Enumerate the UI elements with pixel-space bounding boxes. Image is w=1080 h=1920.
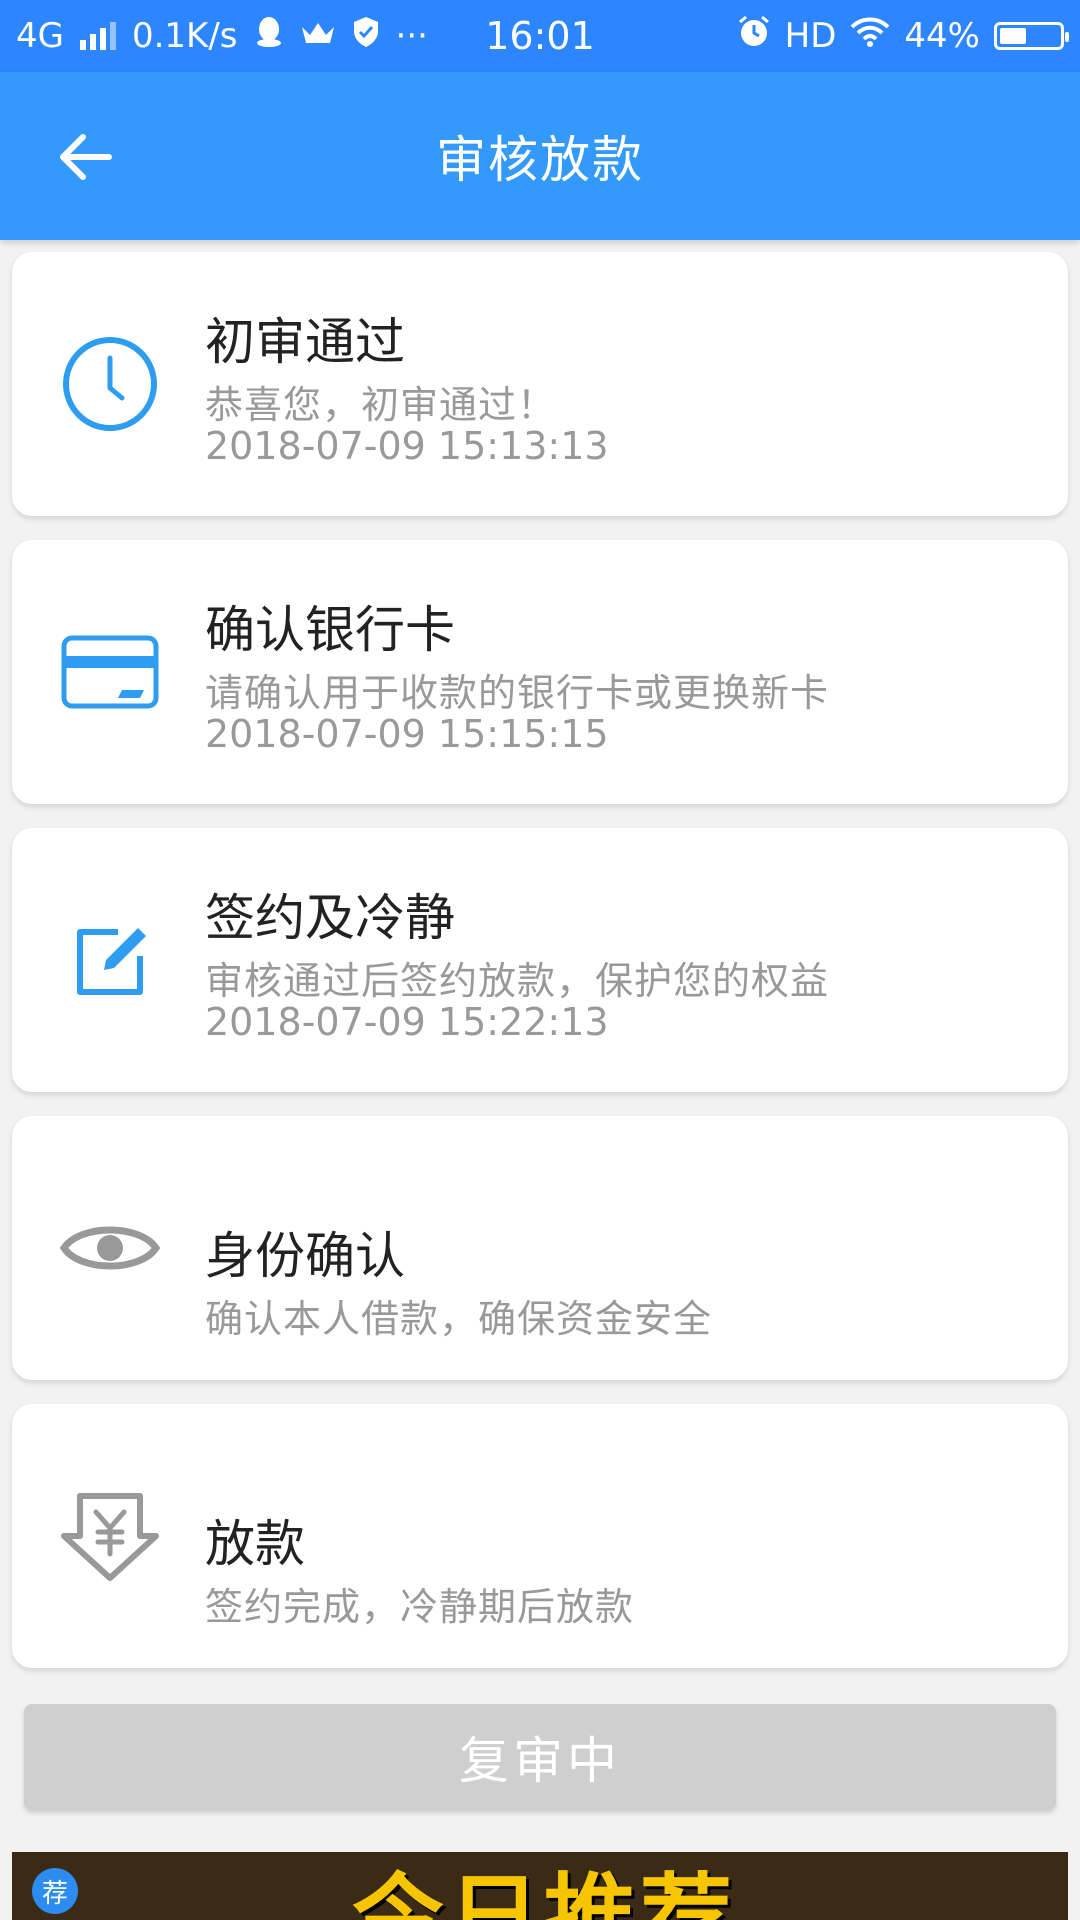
step-timestamp: 2018-07-09 15:13:13 [205, 424, 609, 468]
eye-icon [60, 1198, 160, 1298]
battery-level-fill [1000, 28, 1026, 44]
step-title: 放款 [205, 1515, 305, 1573]
page-title: 审核放款 [436, 131, 644, 189]
banner-headline: 今日推荐 [352, 1864, 737, 1920]
battery-percent: 44% [904, 16, 980, 56]
bank-card-icon [60, 622, 160, 722]
review-status-button[interactable]: 复审中 [24, 1704, 1056, 1810]
step-description: 请确认用于收款的银行卡或更换新卡 [205, 671, 830, 715]
step-description: 确认本人借款，确保资金安全 [205, 1297, 713, 1341]
step-card-confirm-bank-card[interactable]: 确认银行卡 请确认用于收款的银行卡或更换新卡 2018-07-09 15:15:… [12, 540, 1068, 804]
battery-icon [994, 22, 1069, 50]
recommend-badge: 荐 [32, 1868, 78, 1914]
step-card-sign-and-cooling[interactable]: 签约及冷静 审核通过后签约放款，保护您的权益 2018-07-09 15:22:… [12, 828, 1068, 1092]
wifi-icon [850, 16, 890, 56]
alarm-icon [737, 15, 771, 58]
hd-label: HD [784, 16, 837, 56]
step-card-identity-confirm[interactable]: 身份确认 确认本人借款，确保资金安全 [12, 1116, 1068, 1380]
edit-icon [60, 910, 160, 1010]
step-description: 恭喜您，初审通过！ [205, 383, 557, 427]
step-title: 确认银行卡 [205, 601, 455, 659]
yuan-download-icon [60, 1486, 160, 1586]
step-timestamp: 2018-07-09 15:22:13 [205, 1000, 609, 1044]
step-timestamp: 2018-07-09 15:15:15 [205, 712, 609, 756]
status-bar: 4G 0.1K/s ··· 16:01 HD 44% [0, 0, 1080, 72]
step-title: 身份确认 [205, 1227, 405, 1285]
step-description: 审核通过后签约放款，保护您的权益 [205, 959, 830, 1003]
step-title: 签约及冷静 [205, 889, 455, 947]
step-card-first-review[interactable]: 初审通过 恭喜您，初审通过！ 2018-07-09 15:13:13 [12, 252, 1068, 516]
step-card-disbursement[interactable]: 放款 签约完成，冷静期后放款 [12, 1404, 1068, 1668]
status-right: HD 44% [737, 0, 1069, 72]
step-description: 签约完成，冷静期后放款 [205, 1585, 635, 1629]
app-bar: 审核放款 [0, 72, 1080, 240]
clock-icon [60, 334, 160, 434]
promo-banner[interactable]: 荐 今日推荐 [12, 1852, 1068, 1920]
step-title: 初审通过 [205, 313, 405, 371]
